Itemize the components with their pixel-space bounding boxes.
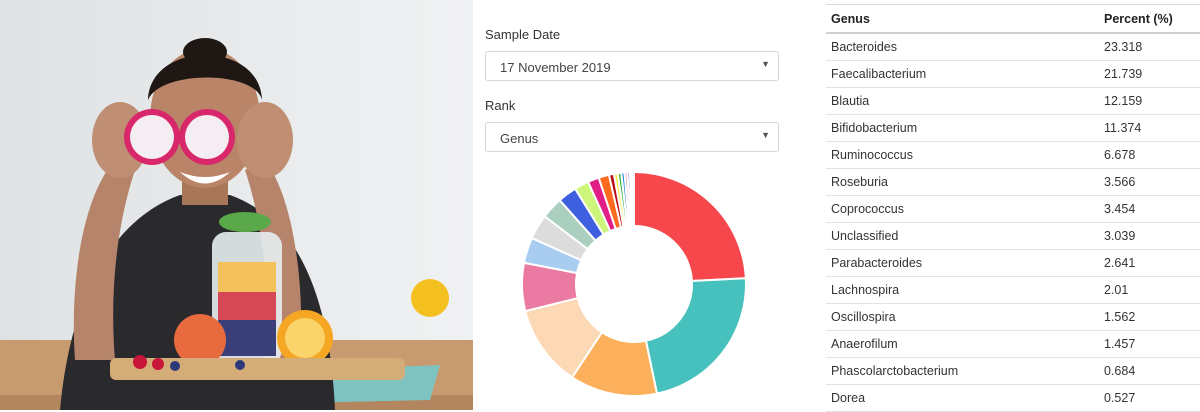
sample-date-label: Sample Date <box>485 27 561 42</box>
genus-table: Genus Percent (%) Bacteroides 23.318 Faec… <box>826 4 1200 412</box>
genus-cell: Coprococcus <box>826 195 1104 223</box>
table-row: Blautia 12.159 <box>826 87 1200 115</box>
percent-cell: 2.641 <box>1104 249 1200 277</box>
donut-slice[interactable] <box>631 170 635 228</box>
percent-cell: 12.159 <box>1104 87 1200 115</box>
genus-cell: Blautia <box>826 87 1104 115</box>
table-row: Ruminococcus 6.678 <box>826 141 1200 169</box>
table-row: Unclassified 3.039 <box>826 222 1200 250</box>
percent-cell: 1.562 <box>1104 303 1200 331</box>
table-row: Roseburia 3.566 <box>826 168 1200 196</box>
table-row: Coprococcus 3.454 <box>826 195 1200 223</box>
genus-cell: Ruminococcus <box>826 141 1104 169</box>
genus-cell: Oscillospira <box>826 303 1104 331</box>
genus-cell: Anaerofilum <box>826 330 1104 358</box>
genus-cell: Phascolarctobacterium <box>826 357 1104 385</box>
percent-cell: 3.454 <box>1104 195 1200 223</box>
percent-cell: 2.01 <box>1104 276 1200 304</box>
percent-cell: 3.039 <box>1104 222 1200 250</box>
genus-cell: Lachnospira <box>826 276 1104 304</box>
genus-cell: Bacteroides <box>826 33 1104 61</box>
genus-cell: Dorea <box>826 384 1104 412</box>
table-row: Parabacteroides 2.641 <box>826 249 1200 277</box>
table-row: Dorea 0.527 <box>826 384 1200 412</box>
table-row: Lachnospira 2.01 <box>826 276 1200 304</box>
rank-value: Genus <box>500 131 539 146</box>
percent-cell: 0.684 <box>1104 357 1200 385</box>
percent-cell: 1.457 <box>1104 330 1200 358</box>
hero-photo <box>0 0 473 410</box>
table-header-row: Genus Percent (%) <box>826 4 1200 34</box>
rank-label: Rank <box>485 98 516 113</box>
genus-cell: Bifidobacterium <box>826 114 1104 142</box>
genus-cell: Faecalibacterium <box>826 60 1104 88</box>
percent-column-header: Percent (%) <box>1104 4 1200 34</box>
percent-cell: 3.566 <box>1104 168 1200 196</box>
genus-cell: Unclassified <box>826 222 1104 250</box>
table-row: Anaerofilum 1.457 <box>826 330 1200 358</box>
percent-cell: 0.527 <box>1104 384 1200 412</box>
donut-slice[interactable] <box>633 170 747 283</box>
rank-select[interactable]: Genus ▼ <box>485 122 779 152</box>
table-row: Phascolarctobacterium 0.684 <box>826 357 1200 385</box>
percent-cell: 6.678 <box>1104 141 1200 169</box>
genus-cell: Parabacteroides <box>826 249 1104 277</box>
genus-column-header: Genus <box>826 4 1104 34</box>
genus-cell: Roseburia <box>826 168 1104 196</box>
sample-date-value: 17 November 2019 <box>500 60 611 75</box>
percent-cell: 11.374 <box>1104 114 1200 142</box>
chevron-down-icon: ▼ <box>761 59 770 69</box>
table-row: Faecalibacterium 21.739 <box>826 60 1200 88</box>
sample-date-select[interactable]: 17 November 2019 ▼ <box>485 51 779 81</box>
chevron-down-icon: ▼ <box>761 130 770 140</box>
donut-slice[interactable] <box>644 277 747 395</box>
percent-cell: 21.739 <box>1104 60 1200 88</box>
table-row: Bifidobacterium 11.374 <box>826 114 1200 142</box>
table-row: Bacteroides 23.318 <box>826 33 1200 61</box>
percent-cell: 23.318 <box>1104 33 1200 61</box>
table-row: Oscillospira 1.562 <box>826 303 1200 331</box>
genus-donut-chart <box>521 170 747 397</box>
